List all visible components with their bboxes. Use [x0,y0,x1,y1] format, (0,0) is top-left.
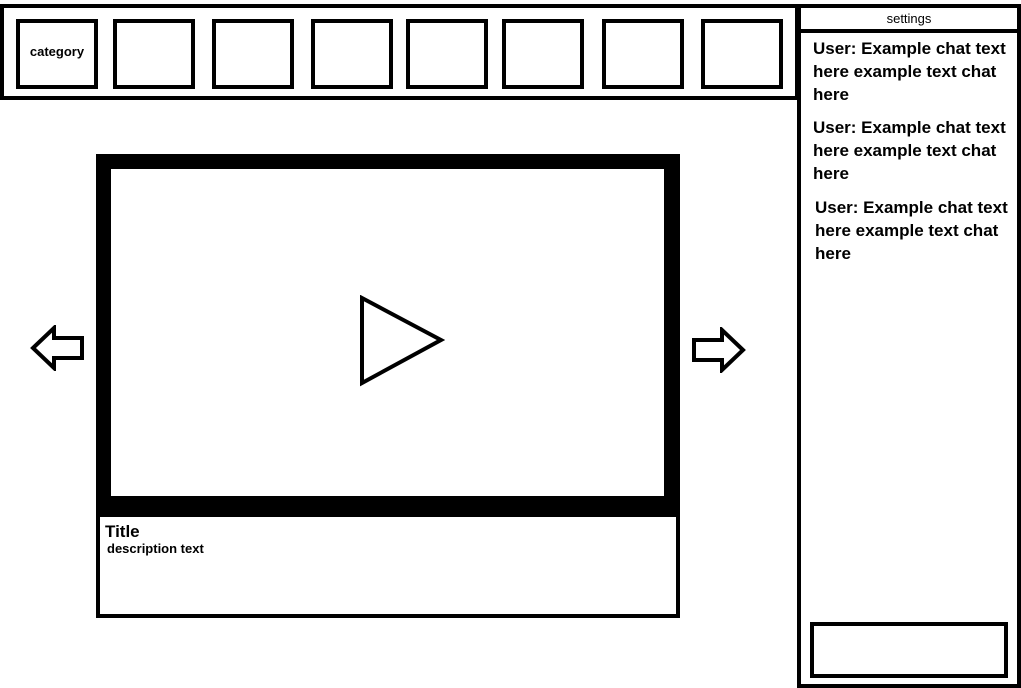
category-tile-3[interactable] [212,19,294,89]
arrow-right-icon[interactable] [690,327,746,373]
category-tile-7[interactable] [602,19,684,89]
video-title: Title [105,522,140,541]
category-tile-4[interactable] [311,19,393,89]
settings-button[interactable]: settings [801,8,1017,33]
category-tile-5[interactable] [406,19,488,89]
chat-sidebar: settings User: Example chat text here ex… [797,4,1021,688]
video-player[interactable] [96,154,680,517]
category-tile-8[interactable] [701,19,783,89]
category-tile-6[interactable] [502,19,584,89]
category-tile-2[interactable] [113,19,195,89]
play-icon[interactable] [359,295,445,387]
category-label: category [29,44,85,59]
arrow-left-icon[interactable] [30,325,86,371]
category-tile-1[interactable]: category [16,19,98,89]
chat-message: User: Example chat text here example tex… [815,198,1008,263]
chat-message: User: Example chat text here example tex… [813,39,1006,104]
video-screen[interactable] [111,169,664,496]
chat-message: User: Example chat text here example tex… [813,118,1006,183]
category-bar: category [0,4,799,100]
chat-input[interactable] [810,622,1008,678]
video-description: description text [107,541,204,556]
video-info-panel: Title description text [96,514,680,618]
